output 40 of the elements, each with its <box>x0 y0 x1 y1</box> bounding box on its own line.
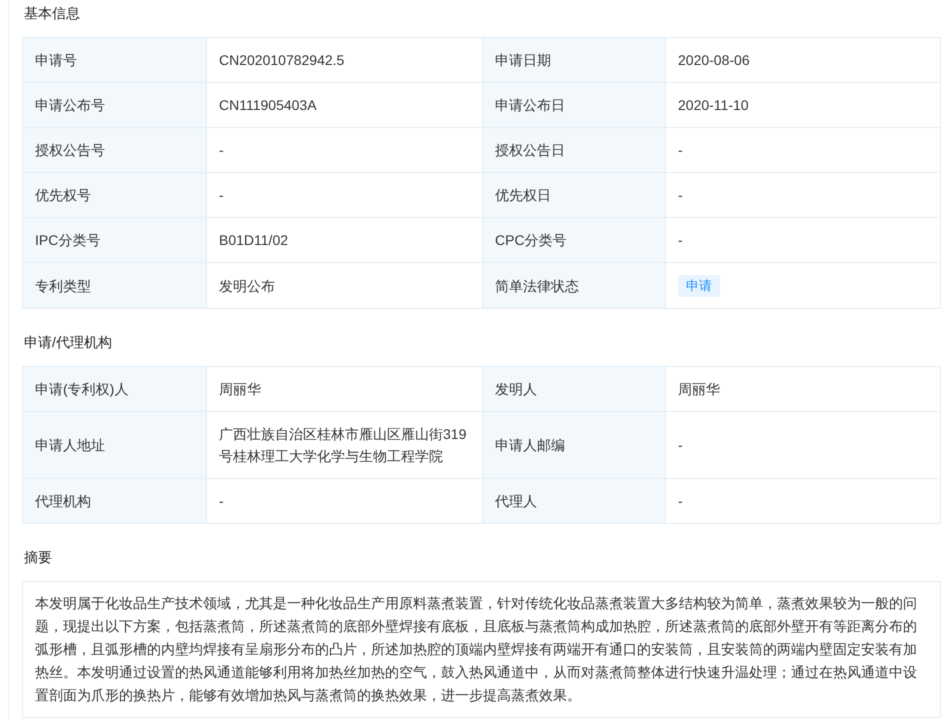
field-value: - <box>219 493 224 509</box>
field-value: B01D11/02 <box>219 232 288 248</box>
field-label: 专利类型 <box>35 278 91 294</box>
field-label: 申请日期 <box>495 52 551 68</box>
field-label: 代理机构 <box>35 493 91 509</box>
field-label: 申请人地址 <box>35 437 105 453</box>
abstract-text: 本发明属于化妆品生产技术领域，尤其是一种化妆品生产用原料蒸煮装置，针对传统化妆品蒸煮装置大多结构较为简单，蒸煮效果较为一般的问题，现提出以下方案，包括蒸煮筒，所述蒸煮筒的底部外壁焊接有底板，且底板与蒸煮筒构成加热腔，所述蒸煮筒的底部外壁开有等距离分布的弧形槽，且弧形槽的内壁均焊接有呈扇形分布的凸片，所述加热腔的顶端内壁焊接有两端开有通口的安装筒，且安装筒的两端内壁固定安装有加热丝。本发明通过设置的热风通道能够利用将加热丝加热的空气，鼓入热风通道中，从而对蒸煮筒整体进行快速升温处理；通过在热风通道中设置剖面为爪形的换热片，能够有效增加热风与蒸煮筒的换热效果，进一步提高蒸煮效果。 <box>22 581 941 718</box>
field-value: - <box>678 493 683 509</box>
section-title: 摘要 <box>24 548 52 566</box>
field-value: - <box>678 142 683 158</box>
field-value: 广西壮族自治区桂林市雁山区雁山街319号桂林理工大学化学与生物工程学院 <box>219 426 466 464</box>
field-value: 周丽华 <box>219 381 261 397</box>
field-label: 申请(专利权)人 <box>35 381 128 397</box>
field-value: CN202010782942.5 <box>219 52 344 68</box>
field-value: - <box>678 232 683 248</box>
field-value: - <box>219 142 224 158</box>
field-label: 发明人 <box>495 381 537 397</box>
field-value: 周丽华 <box>678 381 720 397</box>
field-value: - <box>678 437 683 453</box>
field-value: - <box>678 187 683 203</box>
section-title: 申请/代理机构 <box>24 333 112 351</box>
field-label: 代理人 <box>495 493 537 509</box>
field-value: - <box>219 187 224 203</box>
field-value: 2020-08-06 <box>678 52 750 68</box>
status-tag: 申请 <box>678 275 720 297</box>
field-label: 优先权日 <box>495 187 551 203</box>
section-title: 基本信息 <box>24 4 80 22</box>
field-label: 申请号 <box>35 52 77 68</box>
field-label: 申请人邮编 <box>495 437 565 453</box>
field-label: 申请公布日 <box>495 97 565 113</box>
field-label: 简单法律状态 <box>495 278 579 294</box>
field-label: 授权公告日 <box>495 142 565 158</box>
field-value: 发明公布 <box>219 278 275 294</box>
field-value: 2020-11-10 <box>678 97 749 113</box>
field-label: CPC分类号 <box>495 232 567 248</box>
field-label: IPC分类号 <box>35 232 100 248</box>
field-label: 申请公布号 <box>35 97 105 113</box>
field-label: 优先权号 <box>35 187 91 203</box>
field-value: CN111905403A <box>219 97 317 113</box>
field-label: 授权公告号 <box>35 142 105 158</box>
